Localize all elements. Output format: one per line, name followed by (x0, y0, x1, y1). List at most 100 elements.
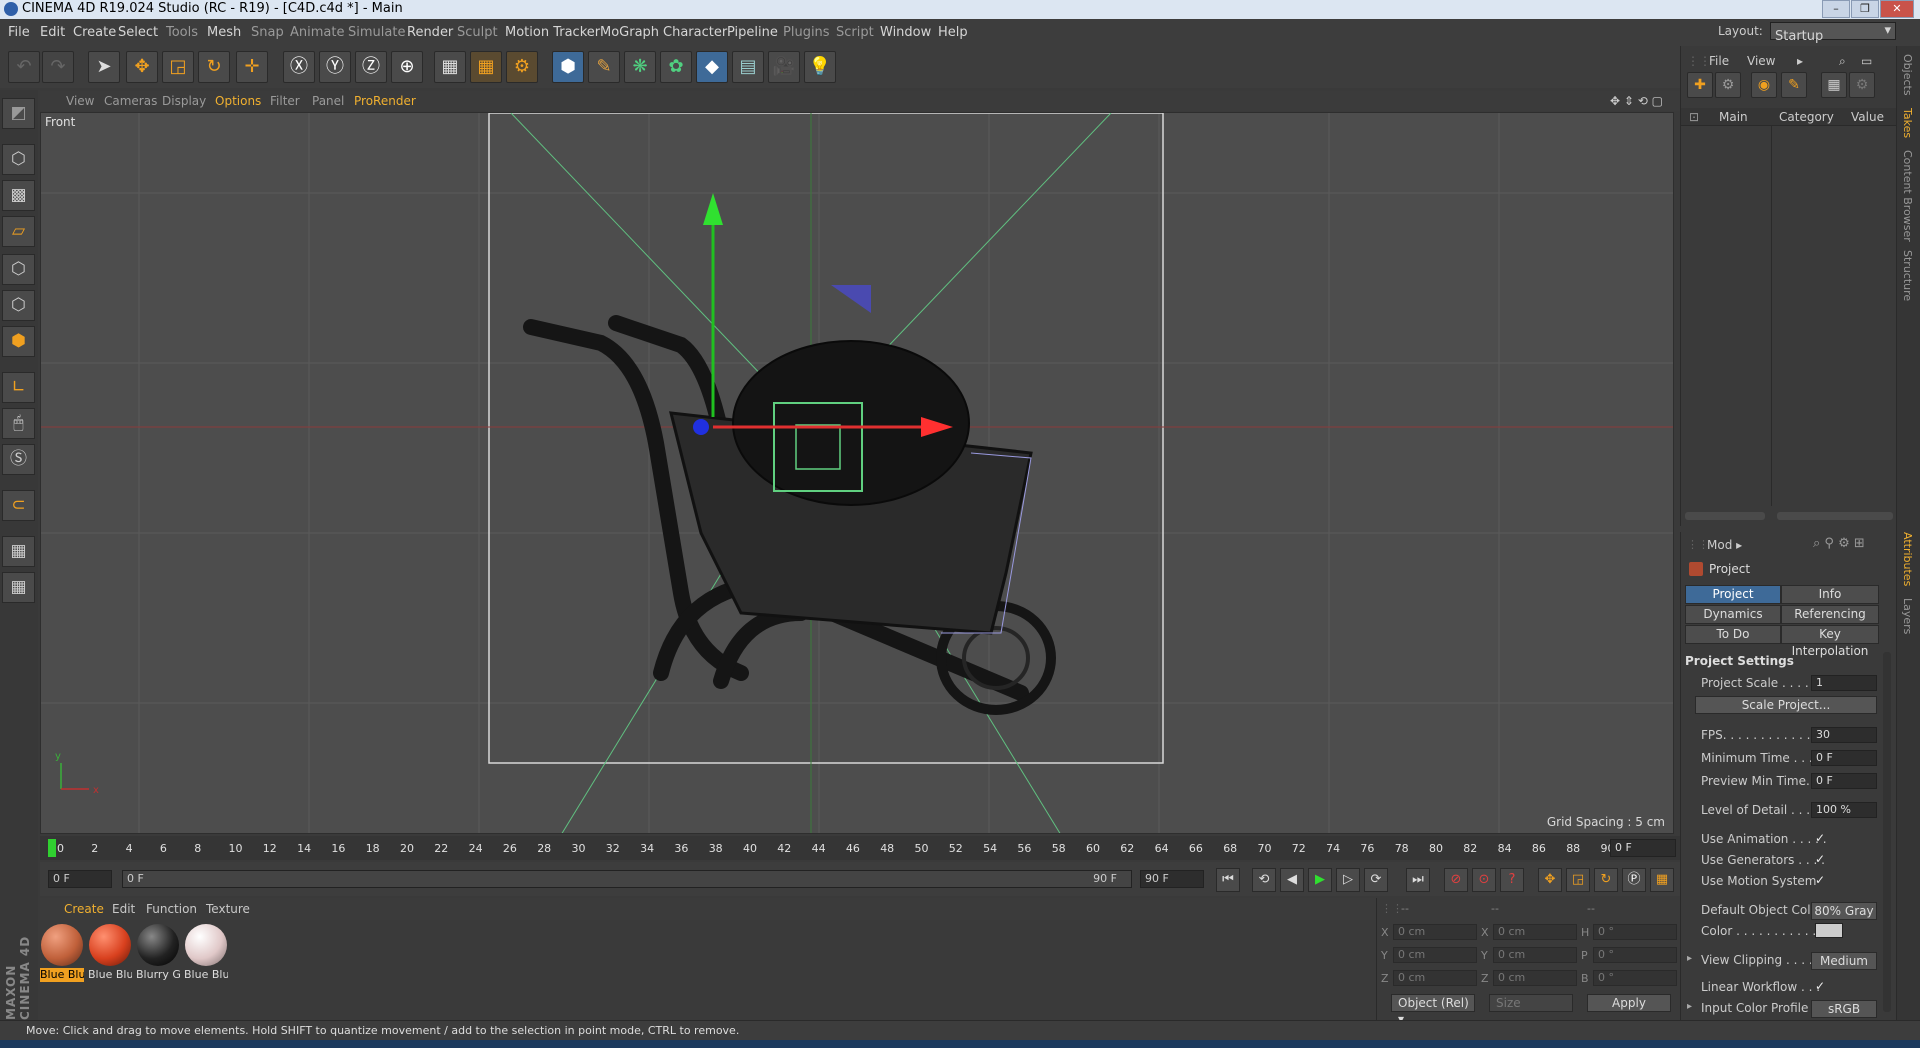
x-axis-icon[interactable]: Ⓧ (283, 51, 315, 83)
rotate-icon[interactable]: ↻ (198, 51, 230, 83)
menu-snap[interactable]: Snap (251, 25, 284, 40)
side-tab-objects[interactable]: Objects (1901, 54, 1914, 96)
menu-help[interactable]: Help (938, 25, 968, 40)
menu-motion-tracker[interactable]: Motion Tracker (505, 25, 600, 40)
workplane-icon[interactable]: ▱ (2, 216, 35, 247)
viewport-menu-options[interactable]: Options (215, 94, 261, 108)
z-axis-icon[interactable]: Ⓩ (355, 51, 387, 83)
pos-z-field[interactable]: 0 cm (1393, 970, 1477, 986)
scale-project-button[interactable]: Scale Project... (1695, 696, 1877, 714)
tab-dynamics[interactable]: Dynamics (1685, 605, 1781, 624)
column-main[interactable]: Main (1719, 110, 1748, 124)
use-generators-checkbox[interactable]: ✓ (1815, 852, 1825, 866)
model-mode-icon[interactable]: ⬡ (2, 144, 35, 175)
rot-b-field[interactable]: 0 ° (1593, 970, 1677, 986)
tab-key-interpolation[interactable]: Key Interpolation (1781, 625, 1879, 658)
subdivision-icon[interactable]: ❋ (624, 51, 656, 83)
menu-plugins[interactable]: Plugins (783, 25, 830, 40)
redo-icon[interactable]: ↷ (42, 51, 74, 83)
autokey-icon[interactable]: ⊙ (1472, 868, 1496, 892)
object-menu-view[interactable]: View (1747, 54, 1775, 68)
scrollbar-right[interactable] (1777, 512, 1893, 520)
take-render-icon[interactable]: ▦ (1821, 72, 1847, 98)
menu-animate[interactable]: Animate (290, 25, 344, 40)
attr-scrollbar[interactable] (1883, 652, 1891, 1012)
view-clipping-select[interactable]: Medium (1811, 952, 1877, 970)
rot-p-field[interactable]: 0 ° (1593, 947, 1677, 963)
side-tab-layers[interactable]: Layers (1901, 598, 1914, 634)
light-icon[interactable]: 💡 (804, 51, 836, 83)
next-frame-icon[interactable]: ▷ (1336, 868, 1360, 892)
scrollbar-left[interactable] (1685, 512, 1765, 520)
planar-workplane-icon[interactable]: ▦ (2, 572, 35, 603)
timeline-ruler[interactable]: 0 2 4 6 8 10 12 14 16 18 20 22 24 26 28 30 32 34 36 38 40 42 4… (40, 836, 1680, 860)
key-parameter-icon[interactable]: Ⓟ (1622, 868, 1646, 892)
min-time-field[interactable]: 0 F (1811, 750, 1877, 766)
scale-icon[interactable]: ◲ (162, 51, 194, 83)
panel-options-icon[interactable]: ▭ (1861, 54, 1872, 68)
previous-frame-icon[interactable]: ◀ (1280, 868, 1304, 892)
camera-icon[interactable]: 🎥 (768, 51, 800, 83)
go-to-end-icon[interactable]: ⏭ (1406, 868, 1430, 892)
viewport-menu-view[interactable]: View (66, 94, 94, 108)
coord-mode-select[interactable]: Object (Rel) ▾ (1391, 994, 1475, 1026)
texture-mode-icon[interactable]: ▩ (2, 180, 35, 211)
color-swatch[interactable] (1815, 923, 1843, 938)
start-frame-field[interactable]: 0 F (48, 870, 112, 888)
axis-mode-icon[interactable]: ∟ (2, 372, 35, 403)
y-axis-icon[interactable]: Ⓨ (319, 51, 351, 83)
undo-icon[interactable]: ↶ (8, 51, 40, 83)
new-take-icon[interactable]: ✚ (1687, 72, 1713, 98)
viewport-menu-display[interactable]: Display (162, 94, 206, 108)
snap-s-icon[interactable]: Ⓢ (2, 444, 35, 475)
tweak-mode-icon[interactable]: 🖱 (2, 408, 35, 439)
viewport-menu-cameras[interactable]: Cameras (104, 94, 157, 108)
viewport-menu-prorender[interactable]: ProRender (354, 94, 416, 108)
material-menu-texture[interactable]: Texture (206, 902, 250, 916)
object-menu-file[interactable]: File (1709, 54, 1729, 68)
material-swatch[interactable]: Blurry G (136, 924, 180, 984)
menu-tools[interactable]: Tools (166, 25, 198, 40)
material-swatch[interactable]: Blue Blu (40, 924, 84, 984)
menu-simulate[interactable]: Simulate (348, 25, 405, 40)
key-pla-icon[interactable]: ▦ (1650, 868, 1674, 892)
next-key-icon[interactable]: ⟳ (1364, 868, 1388, 892)
side-tab-content-browser[interactable]: Content Browser (1901, 150, 1914, 242)
size-mode-select[interactable]: Size (1489, 994, 1573, 1012)
menu-render[interactable]: Render (407, 25, 453, 40)
select-arrow-icon[interactable]: ➤ (88, 51, 120, 83)
tab-info[interactable]: Info (1781, 585, 1879, 604)
previous-key-icon[interactable]: ⟲ (1252, 868, 1276, 892)
minimize-button[interactable]: – (1822, 0, 1850, 18)
menu-character[interactable]: Character (663, 25, 727, 40)
maximize-button[interactable]: ❐ (1851, 0, 1879, 18)
viewport-menu-filter[interactable]: Filter (270, 94, 300, 108)
move-icon[interactable]: ✥ (126, 51, 158, 83)
attr-nav-icons[interactable]: ⌕ ⚲ ⚙ ⊞ (1813, 536, 1865, 551)
take-auto-icon[interactable]: ✎ (1781, 72, 1807, 98)
material-swatch[interactable]: Blue Blu (184, 924, 228, 984)
viewport-menu-panel[interactable]: Panel (312, 94, 344, 108)
key-position-icon[interactable]: ✥ (1538, 868, 1562, 892)
transform-icon[interactable]: ✛ (236, 51, 268, 83)
menu-create[interactable]: Create (73, 25, 116, 40)
use-animation-checkbox[interactable]: ✓ (1815, 831, 1825, 845)
material-menu-edit[interactable]: Edit (112, 902, 135, 916)
lock-workplane-icon[interactable]: ▦ (2, 536, 35, 567)
size-x-field[interactable]: 0 cm (1493, 924, 1577, 940)
take-lock-icon[interactable]: ⚙ (1849, 72, 1875, 98)
world-coords-icon[interactable]: ⊕ (391, 51, 423, 83)
attr-mode-menu[interactable]: Mod ▸ (1707, 538, 1742, 552)
side-tab-attributes[interactable]: Attributes (1901, 532, 1914, 586)
playhead[interactable] (48, 839, 56, 857)
expand-arrow-icon[interactable]: ▸ (1687, 953, 1692, 964)
pos-y-field[interactable]: 0 cm (1393, 947, 1477, 963)
input-profile-select[interactable]: sRGB (1811, 1000, 1877, 1018)
rot-h-field[interactable]: 0 ° (1593, 924, 1677, 940)
floor-icon[interactable]: ▤ (732, 51, 764, 83)
array-icon[interactable]: ✿ (660, 51, 692, 83)
default-color-select[interactable]: 80% Gray (1811, 902, 1877, 920)
column-category[interactable]: Category (1779, 110, 1834, 124)
menu-script[interactable]: Script (836, 25, 874, 40)
preview-min-field[interactable]: 0 F (1811, 773, 1877, 789)
